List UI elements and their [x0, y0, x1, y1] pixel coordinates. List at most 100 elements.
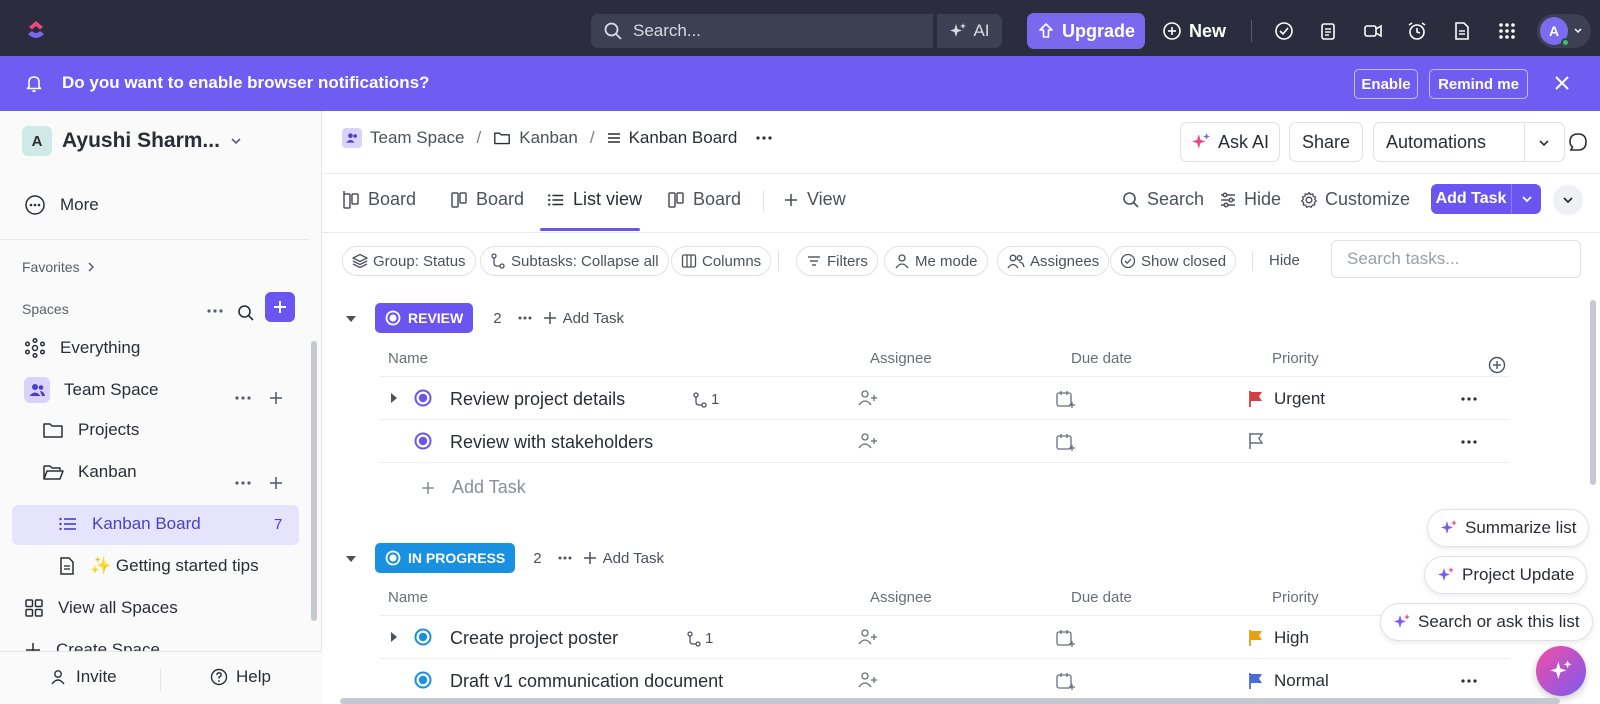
add-view-button[interactable]: View: [783, 189, 846, 210]
breadcrumb-kanban-board[interactable]: Kanban Board: [629, 128, 738, 148]
column-header-due-date[interactable]: Due date: [1071, 350, 1132, 367]
project-update-button[interactable]: Project Update: [1424, 556, 1588, 594]
summarize-list-button[interactable]: Summarize list: [1427, 509, 1590, 547]
more-horizontal-icon[interactable]: [206, 308, 224, 314]
calendar-add-icon[interactable]: [1055, 628, 1075, 648]
more-horizontal-icon[interactable]: [517, 315, 533, 321]
column-header-name[interactable]: Name: [388, 350, 428, 367]
column-header-due-date[interactable]: Due date: [1071, 589, 1132, 606]
assignees-chip[interactable]: Assignees: [997, 246, 1110, 276]
chat-icon[interactable]: [1568, 132, 1588, 152]
check-circle-icon[interactable]: [1273, 20, 1295, 42]
group-add-task-button[interactable]: Add Task: [543, 310, 624, 327]
apps-grid-icon[interactable]: [1496, 20, 1518, 42]
alarm-clock-icon[interactable]: [1406, 20, 1428, 42]
subtask-count[interactable]: 1: [686, 630, 713, 647]
search-button[interactable]: Search: [1122, 189, 1204, 210]
priority-cell[interactable]: Urgent: [1248, 389, 1325, 409]
column-header-name[interactable]: Name: [388, 589, 428, 606]
clickup-logo[interactable]: [24, 18, 48, 42]
group-by-chip[interactable]: Group: Status: [342, 246, 476, 276]
more-horizontal-icon[interactable]: [234, 480, 252, 486]
column-header-assignee[interactable]: Assignee: [870, 589, 932, 606]
add-task-dropdown[interactable]: [1511, 184, 1541, 214]
status-badge[interactable]: REVIEW: [375, 303, 474, 333]
document-icon[interactable]: [1451, 20, 1473, 42]
priority-cell[interactable]: High: [1248, 628, 1309, 648]
column-header-priority[interactable]: Priority: [1272, 589, 1319, 606]
add-assignee-icon[interactable]: [858, 432, 878, 450]
table-row[interactable]: Review project details 1 Urgent: [380, 377, 1510, 420]
share-button[interactable]: Share: [1289, 122, 1363, 162]
filters-chip[interactable]: Filters: [796, 246, 878, 276]
customize-button[interactable]: Customize: [1300, 189, 1410, 210]
add-space-button[interactable]: [265, 292, 295, 322]
sidebar-scrollbar[interactable]: [311, 341, 317, 621]
automations-button[interactable]: Automations: [1373, 122, 1565, 162]
sidebar-item-more[interactable]: More: [24, 194, 99, 216]
table-row[interactable]: Create project poster 1 High: [380, 616, 1510, 659]
task-name[interactable]: Draft v1 communication document: [450, 671, 723, 692]
more-horizontal-icon[interactable]: [557, 555, 573, 561]
global-search[interactable]: Search...: [591, 14, 933, 48]
main-horizontal-scrollbar[interactable]: [340, 698, 1560, 704]
more-horizontal-icon[interactable]: [1460, 396, 1478, 402]
add-column-icon[interactable]: [1488, 356, 1506, 374]
ask-ai-button[interactable]: Ask AI: [1180, 122, 1280, 162]
new-button[interactable]: New: [1162, 14, 1226, 48]
hide-filter-button[interactable]: Hide: [1269, 252, 1300, 269]
workspace-switcher[interactable]: A Ayushi Sharm...: [22, 126, 242, 156]
plus-icon[interactable]: [268, 390, 284, 406]
clipboard-icon[interactable]: [1317, 20, 1339, 42]
enable-button[interactable]: Enable: [1354, 69, 1418, 99]
table-row[interactable]: Draft v1 communication document Normal: [380, 659, 1510, 702]
tab-board-2[interactable]: Board: [450, 189, 524, 210]
sidebar-item-getting-started[interactable]: ✨ Getting started tips: [58, 556, 259, 576]
more-horizontal-icon[interactable]: [1460, 439, 1478, 445]
show-closed-chip[interactable]: Show closed: [1110, 246, 1237, 276]
priority-cell[interactable]: [1248, 432, 1264, 450]
priority-cell[interactable]: Normal: [1248, 671, 1329, 691]
column-header-assignee[interactable]: Assignee: [870, 350, 932, 367]
invite-button[interactable]: Invite: [50, 667, 117, 687]
user-menu[interactable]: A: [1537, 14, 1591, 48]
search-icon[interactable]: [237, 304, 255, 322]
table-row[interactable]: Review with stakeholders: [380, 420, 1510, 463]
hide-button[interactable]: Hide: [1219, 189, 1281, 210]
caret-right-icon[interactable]: [389, 392, 399, 404]
breadcrumb-team-space[interactable]: Team Space: [370, 128, 465, 148]
caret-down-icon[interactable]: [345, 553, 357, 565]
caret-down-icon[interactable]: [345, 313, 357, 325]
task-name[interactable]: Review with stakeholders: [450, 432, 653, 453]
more-horizontal-icon[interactable]: [234, 395, 252, 401]
column-header-priority[interactable]: Priority: [1272, 350, 1319, 367]
ai-assistant-button[interactable]: [1536, 646, 1586, 696]
collapse-header-button[interactable]: [1553, 185, 1583, 215]
columns-chip[interactable]: Columns: [671, 246, 772, 276]
search-ask-list-button[interactable]: Search or ask this list: [1380, 603, 1593, 641]
sidebar-item-projects[interactable]: Projects: [42, 420, 139, 440]
subtasks-chip[interactable]: Subtasks: Collapse all: [480, 246, 669, 276]
main-vertical-scrollbar[interactable]: [1590, 300, 1596, 485]
tab-list-view[interactable]: List view: [547, 189, 642, 210]
sidebar-item-everything[interactable]: Everything: [24, 337, 140, 359]
status-circle-icon[interactable]: [414, 389, 432, 407]
plus-icon[interactable]: [268, 475, 284, 491]
sidebar-item-team-space[interactable]: Team Space: [24, 377, 159, 403]
upgrade-button[interactable]: Upgrade: [1027, 13, 1145, 49]
search-tasks-input[interactable]: Search tasks...: [1331, 240, 1581, 278]
calendar-add-icon[interactable]: [1055, 432, 1075, 452]
tab-board-1[interactable]: Board: [342, 189, 416, 210]
task-name[interactable]: Review project details: [450, 389, 625, 410]
help-button[interactable]: Help: [210, 667, 271, 687]
calendar-add-icon[interactable]: [1055, 389, 1075, 409]
calendar-add-icon[interactable]: [1055, 671, 1075, 691]
ai-button[interactable]: AI: [937, 14, 1002, 48]
add-task-button[interactable]: Add Task: [1431, 184, 1541, 214]
task-name[interactable]: Create project poster: [450, 628, 618, 649]
favorites-header[interactable]: Favorites: [22, 259, 96, 275]
sidebar-item-kanban[interactable]: Kanban: [42, 462, 137, 482]
caret-right-icon[interactable]: [389, 631, 399, 643]
status-badge[interactable]: IN PROGRESS: [375, 543, 516, 573]
remind-me-button[interactable]: Remind me: [1429, 69, 1528, 99]
